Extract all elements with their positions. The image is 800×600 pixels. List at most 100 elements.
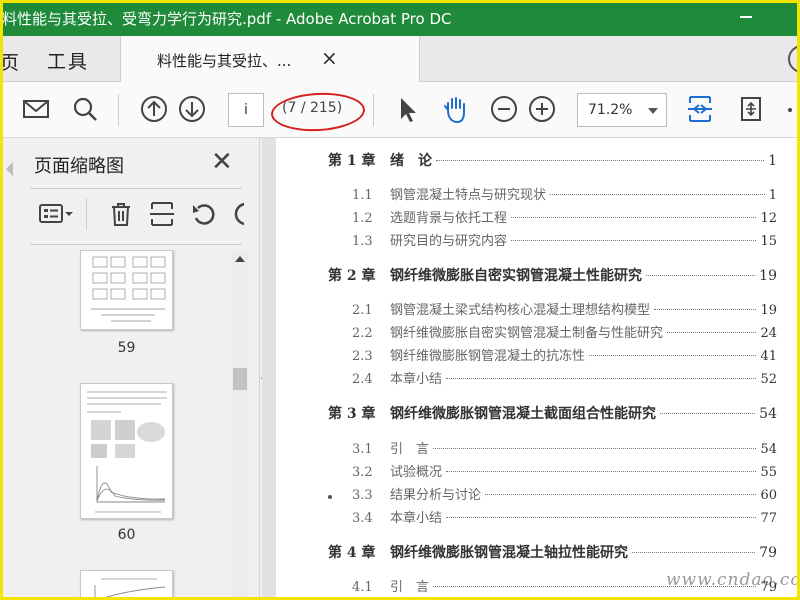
toc-section-row[interactable]: 2.2 钢纤维微膨胀自密实钢管混凝土制备与性能研究 24: [352, 322, 777, 341]
tab-tools[interactable]: 工具: [47, 47, 89, 74]
toc-section-row[interactable]: 1.3 研究目的与研究内容 15: [352, 230, 777, 249]
rotate-ccw-icon[interactable]: [190, 200, 218, 228]
toc-leader: [485, 494, 757, 495]
panel-divider: [30, 188, 242, 189]
prev-page-icon[interactable]: [139, 94, 169, 124]
toc-section-row[interactable]: 4.1 引 言 79: [352, 576, 777, 595]
toc-chapter-row[interactable]: 第 2 章钢纤维微膨胀自密实钢管混凝土性能研究 19: [328, 265, 777, 285]
toc-section-row[interactable]: 3.3 结果分析与讨论 60: [352, 484, 777, 503]
mail-icon[interactable]: [21, 94, 51, 124]
toc-leader: [667, 332, 757, 333]
toc-chapter-row[interactable]: 第 3 章钢纤维微膨胀钢管混凝土截面组合性能研究 54: [328, 403, 777, 423]
toc-leader: [433, 448, 757, 449]
toc-section-row[interactable]: 3.1 引 言 54: [352, 438, 777, 457]
toc-page-number: 19: [759, 268, 777, 284]
toc-leader: [433, 586, 757, 587]
extract-pages-icon[interactable]: [148, 200, 176, 228]
toc-title: 钢纤维微膨胀自密实钢管混凝土制备与性能研究: [390, 326, 664, 341]
zoom-select[interactable]: 71.2%: [577, 93, 667, 127]
toc-title: 本章小结: [390, 511, 443, 526]
panel-title: 页面缩略图: [34, 156, 124, 177]
toc-number: 第 3 章: [328, 406, 376, 422]
toc-number: 2.3: [352, 349, 373, 364]
page-number-input[interactable]: i: [228, 93, 264, 127]
rotate-cw-icon[interactable]: [232, 200, 244, 228]
minimize-icon[interactable]: [740, 16, 752, 18]
toc-page-number: 19: [760, 303, 777, 318]
toc-section-row[interactable]: 3.4 本章小结 77: [352, 507, 777, 526]
toc-number: 2.4: [352, 372, 373, 387]
thumbnail-page-number: 59: [117, 340, 136, 356]
page-thumbnail-61[interactable]: [80, 570, 173, 600]
page-thumbnail-59[interactable]: [80, 250, 173, 330]
panel-tool-divider: [86, 198, 87, 230]
toolbar-divider: [373, 94, 374, 126]
search-icon[interactable]: [70, 94, 100, 124]
toc-leader: [446, 471, 757, 472]
toc-section-row[interactable]: 2.1 钢管混凝土梁式结构核心混凝土理想结构模型 19: [352, 299, 777, 318]
toc-number: 2.2: [352, 326, 373, 341]
help-icon[interactable]: [788, 45, 800, 73]
zoom-in-icon[interactable]: [527, 94, 557, 124]
toc-section-row[interactable]: 1.1 钢管混凝土特点与研究现状 1: [352, 184, 777, 203]
thumbnails-panel: 页面缩略图 ✕ 59 60: [0, 138, 260, 600]
hand-tool-icon[interactable]: [440, 94, 470, 124]
toc-chapter-row[interactable]: 第 1 章绪 论 1: [328, 150, 777, 170]
toc-page-number: 41: [760, 349, 777, 364]
toc-section-row[interactable]: 2.3 钢纤维微膨胀钢管混凝土的抗冻性 41: [352, 345, 777, 364]
scroll-up-icon[interactable]: [235, 256, 245, 262]
panel-divider: [30, 244, 242, 245]
toc-page-number: 52: [760, 372, 777, 387]
select-cursor-icon[interactable]: [392, 94, 422, 124]
page-thumbnail-60[interactable]: [80, 383, 173, 519]
toc-chapter-row[interactable]: 第 4 章钢纤维微膨胀钢管混凝土轴拉性能研究 79: [328, 542, 777, 562]
document-view[interactable]: www.cndao.com 第 1 章绪 论11.1钢管混凝土特点与研究现状11…: [262, 138, 800, 600]
toc-title: 钢纤维微膨胀自密实钢管混凝土性能研究: [390, 268, 642, 284]
toc-page-number: 79: [760, 580, 777, 595]
toc-title: 选题背景与依托工程: [390, 211, 508, 226]
toc-title: 试验概况: [390, 465, 443, 480]
pdf-page: www.cndao.com 第 1 章绪 论11.1钢管混凝土特点与研究现状11…: [276, 138, 800, 600]
trash-icon[interactable]: [107, 200, 135, 228]
page-dot: [328, 495, 332, 499]
thumbnail-scrollbar[interactable]: [232, 250, 248, 600]
toc-number: 2.1: [352, 303, 373, 318]
toc-title: 钢纤维微膨胀钢管混凝土的抗冻性: [390, 349, 586, 364]
toc-section-row[interactable]: 2.4 本章小结 52: [352, 368, 777, 387]
toolbar: i (7 / 215) 71.2%: [0, 82, 800, 138]
thumbnail-list[interactable]: 59 60: [30, 250, 230, 600]
toc-number: 3.2: [352, 465, 373, 480]
toc-page-number: 24: [760, 326, 777, 341]
toc-section-row[interactable]: 3.2 试验概况 55: [352, 461, 777, 480]
close-tab-icon[interactable]: ×: [321, 46, 338, 70]
toc-page-number: 1: [768, 153, 777, 169]
toc-page-number: 1: [768, 188, 777, 203]
more-tools-icon[interactable]: [788, 108, 792, 112]
panel-caret-icon[interactable]: [6, 162, 13, 176]
toc-number: 3.4: [352, 511, 373, 526]
toc-title: 研究目的与研究内容: [390, 234, 508, 249]
tab-home[interactable]: 页: [0, 48, 19, 75]
toc-leader: [632, 552, 756, 553]
toc-page-number: 15: [760, 234, 777, 249]
fit-page-icon[interactable]: [685, 94, 715, 124]
toc-section-row[interactable]: 1.2 选题背景与依托工程 12: [352, 207, 777, 226]
thumbnail-options-icon[interactable]: [38, 200, 74, 228]
window-title: 料性能与其受拉、受弯力学行为研究.pdf - Adobe Acrobat Pro…: [2, 9, 452, 28]
tab-document[interactable]: 料性能与其受拉、... ×: [120, 36, 420, 82]
zoom-out-icon[interactable]: [489, 94, 519, 124]
toc-number: 3.3: [352, 488, 373, 503]
next-page-icon[interactable]: [177, 94, 207, 124]
toc-title: 钢纤维微膨胀钢管混凝土轴拉性能研究: [390, 545, 628, 561]
toc-title: 本章小结: [390, 372, 443, 387]
scroll-thumb[interactable]: [233, 368, 247, 390]
thumbnail-page-number: 60: [117, 527, 136, 543]
rotate-view-icon[interactable]: [736, 94, 766, 124]
highlight-oval: [270, 90, 366, 134]
toc-title: 结果分析与讨论: [390, 488, 482, 503]
toc-leader: [511, 217, 757, 218]
close-panel-icon[interactable]: ✕: [211, 147, 233, 177]
toc-leader: [446, 378, 757, 379]
toc-leader: [550, 194, 765, 195]
toc-number: 第 4 章: [328, 545, 376, 561]
